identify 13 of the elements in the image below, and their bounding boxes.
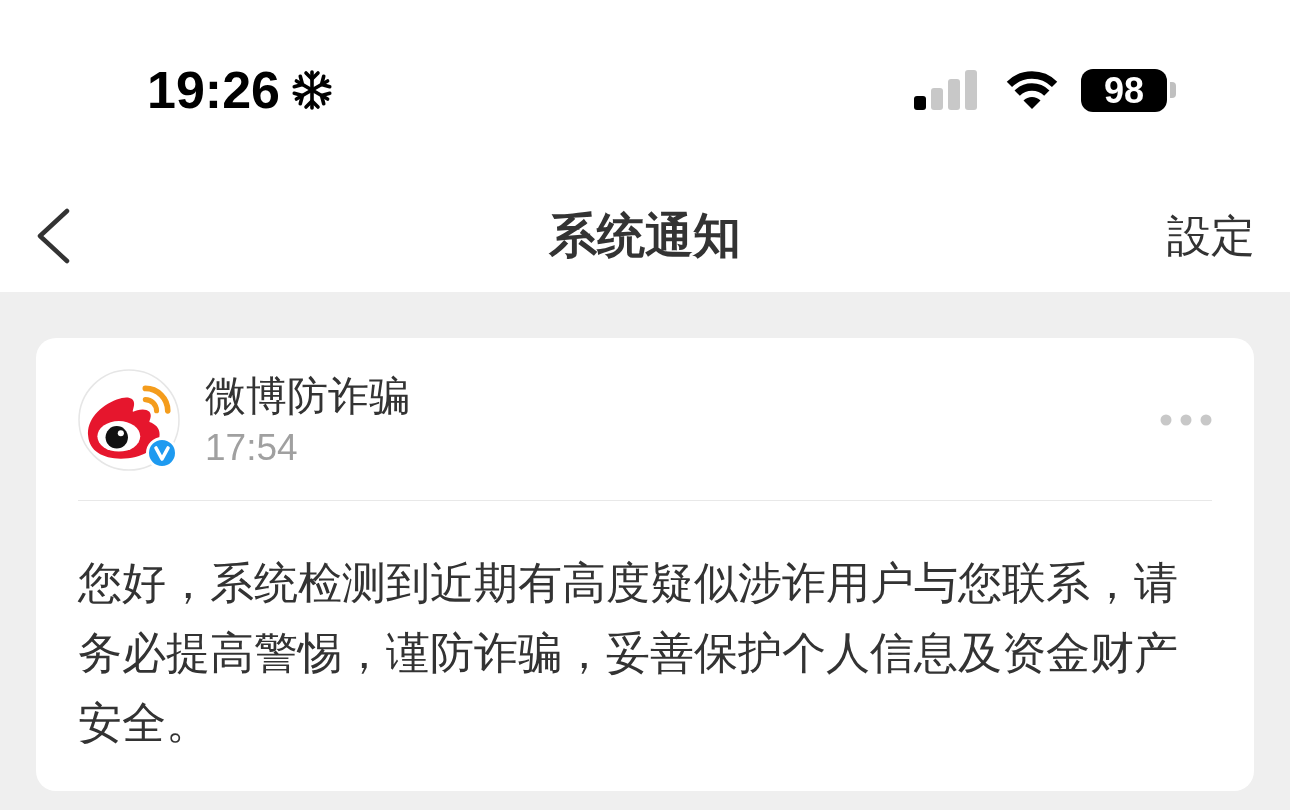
status-time: 19:26 [147,60,280,120]
settings-link[interactable]: 設定 [1167,208,1255,264]
back-icon [36,208,70,264]
signal-icon [914,70,978,110]
message-time: 17:54 [205,426,299,470]
battery-tip-icon [1170,82,1176,98]
more-icon [1160,414,1212,426]
sender-name: 微博防诈骗 [205,372,411,421]
eye-logo-icon [78,369,180,471]
battery-percent: 98 [1081,68,1167,112]
page-title: 系统通知 [548,208,741,264]
message-text: 您好，系统检测到近期有高度疑似涉诈用户与您联系，请务必提高警惕，谨防诈骗，妥善保护个人信息及资金财产安全。 [78,557,1179,749]
snowflake-icon [292,70,332,110]
